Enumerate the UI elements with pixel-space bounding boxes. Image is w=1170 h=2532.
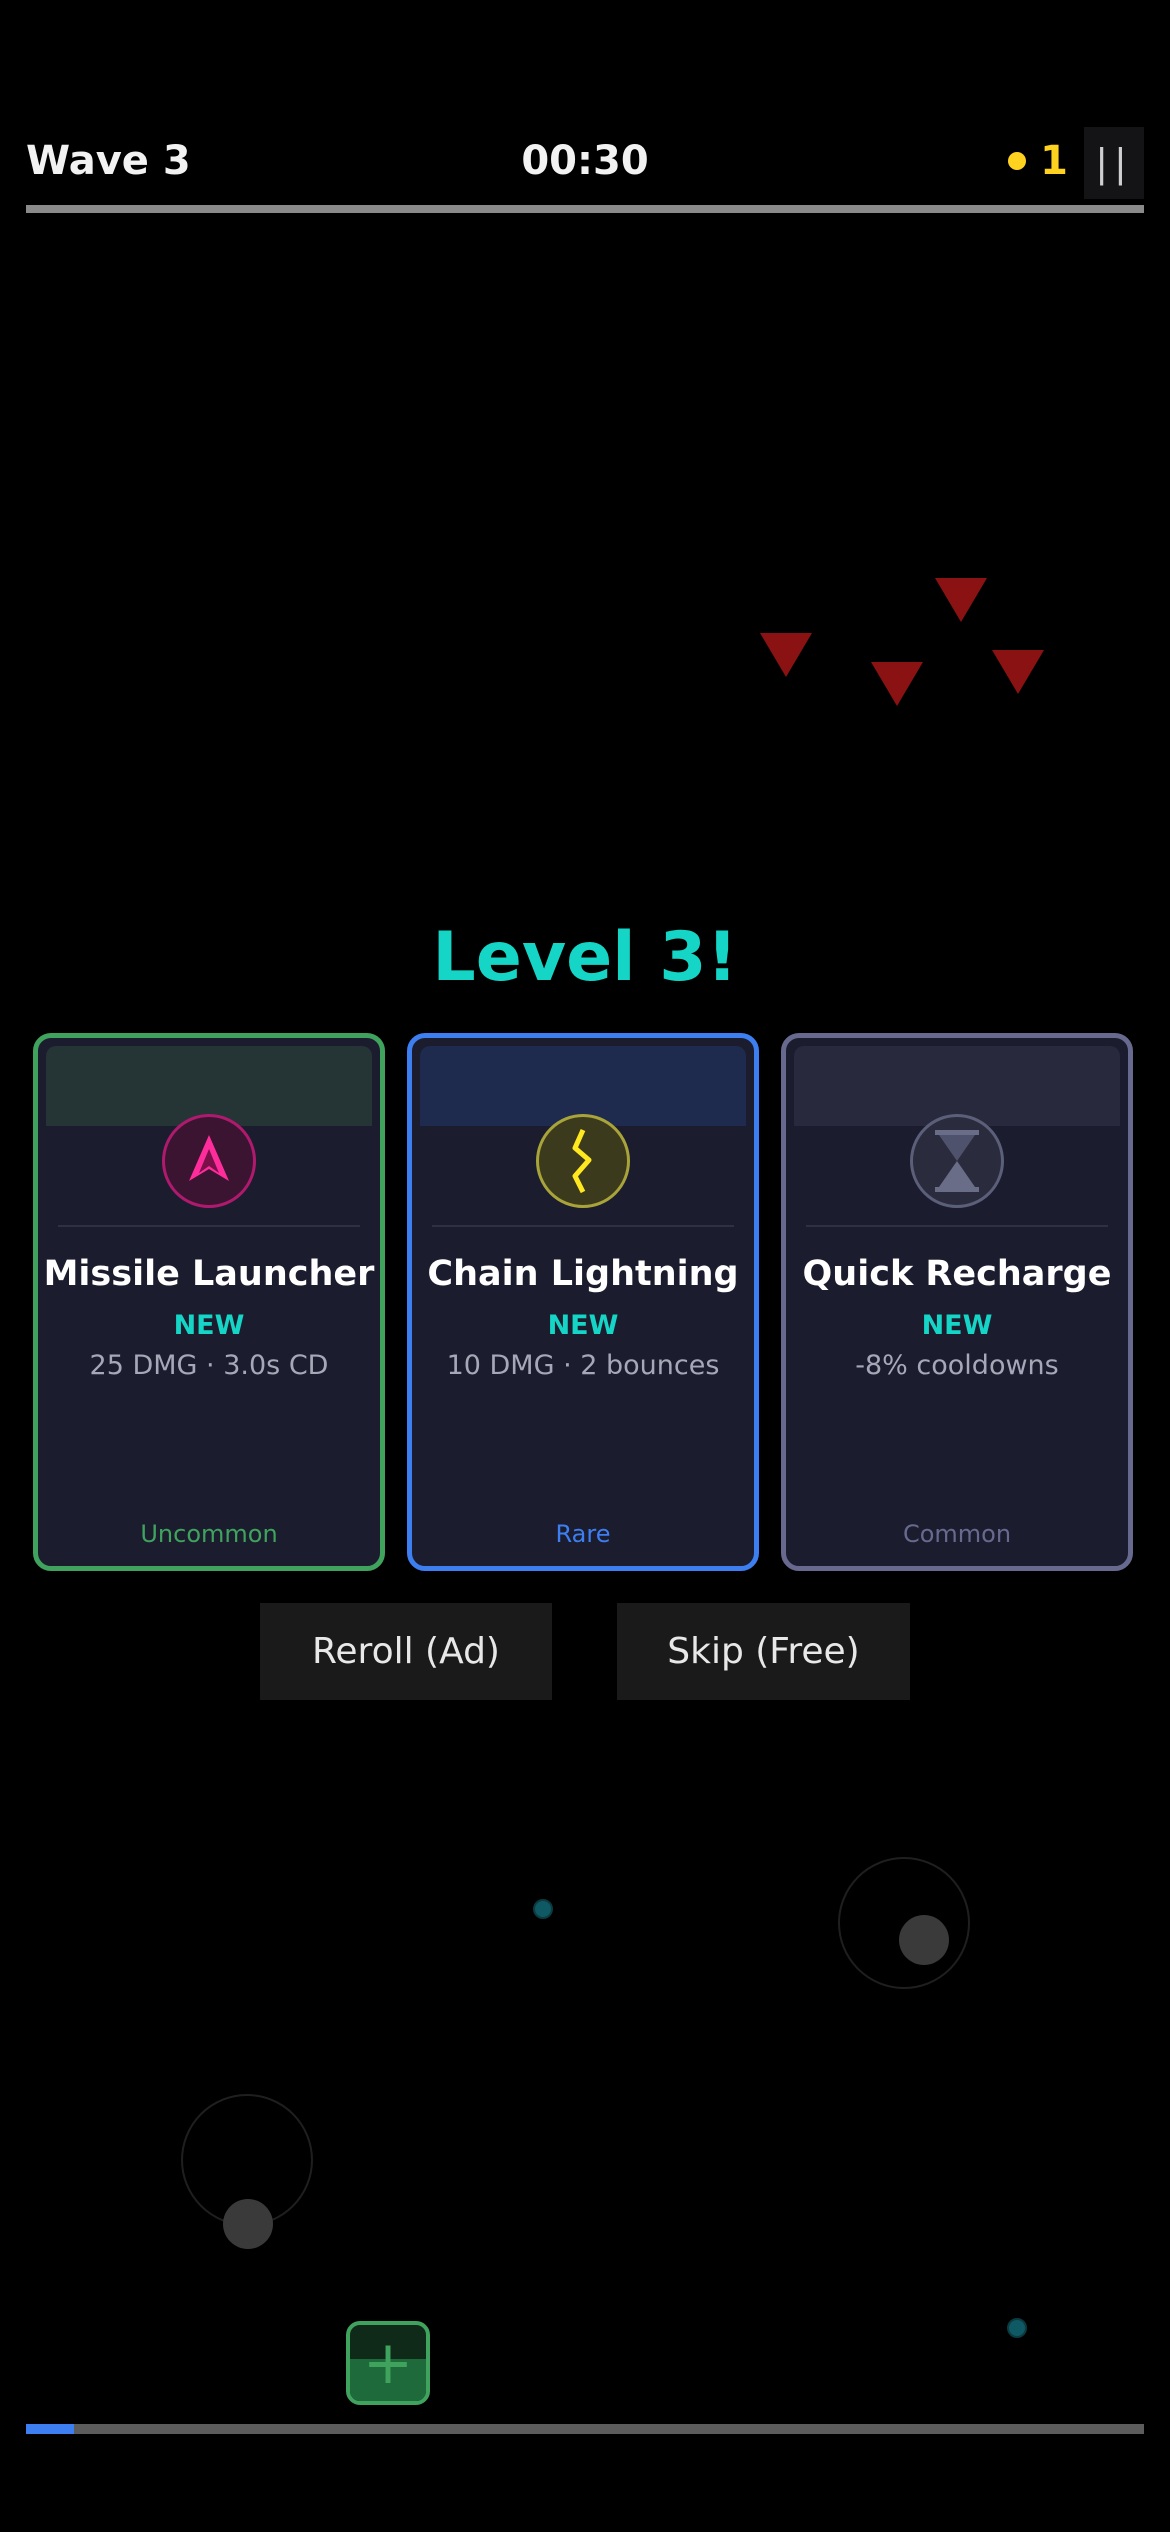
upgrade-card-quick-recharge[interactable]: Quick Recharge NEW -8% cooldowns Common	[781, 1033, 1133, 1571]
card-rarity: Common	[902, 1520, 1012, 1548]
card-divider	[58, 1225, 360, 1227]
joystick-knob[interactable]	[223, 2199, 273, 2249]
coin-count: 1	[1040, 138, 1068, 184]
wave-progress-bar	[26, 205, 1144, 213]
joystick-knob[interactable]	[899, 1915, 949, 1965]
card-stats: 25 DMG · 3.0s CD	[89, 1350, 329, 1381]
card-new-badge: NEW	[547, 1310, 619, 1341]
enemy-triangle	[760, 633, 812, 677]
reroll-button[interactable]: Reroll (Ad)	[260, 1603, 552, 1700]
enemy-triangle	[871, 662, 923, 706]
card-name: Chain Lightning	[427, 1254, 739, 1294]
wave-timer: 00:30	[521, 138, 649, 184]
coin-counter: 1	[1008, 138, 1068, 184]
level-up-title: Level 3!	[432, 918, 738, 997]
card-rarity: Uncommon	[140, 1520, 278, 1548]
card-new-badge: NEW	[173, 1310, 245, 1341]
card-divider	[432, 1225, 734, 1227]
plus-icon: +	[362, 2328, 414, 2398]
upgrade-card-missile-launcher[interactable]: Missile Launcher NEW 25 DMG · 3.0s CD Un…	[33, 1033, 385, 1571]
card-stats: 10 DMG · 2 bounces	[446, 1350, 720, 1381]
xp-orb	[1007, 2318, 1027, 2338]
card-name: Missile Launcher	[43, 1254, 375, 1294]
skip-button[interactable]: Skip (Free)	[617, 1603, 910, 1700]
player-ship: +	[346, 2321, 430, 2405]
coin-icon	[1008, 152, 1027, 170]
upgrade-card-chain-lightning[interactable]: Chain Lightning NEW 10 DMG · 2 bounces R…	[407, 1033, 759, 1571]
card-stats: -8% cooldowns	[855, 1350, 1059, 1381]
card-new-badge: NEW	[921, 1310, 993, 1341]
card-name: Quick Recharge	[802, 1254, 1112, 1294]
xp-progress-bar	[26, 2424, 1144, 2434]
pause-button[interactable]: ||	[1084, 127, 1144, 199]
wave-progress-fill	[26, 205, 1144, 213]
card-rarity: Rare	[555, 1520, 611, 1548]
missile-icon	[162, 1114, 256, 1208]
hourglass-icon	[910, 1114, 1004, 1208]
xp-orb	[533, 1899, 553, 1919]
card-divider	[806, 1225, 1108, 1227]
enemy-triangle	[992, 650, 1044, 694]
lightning-icon	[536, 1114, 630, 1208]
enemy-triangle	[935, 578, 987, 622]
xp-progress-fill	[26, 2424, 75, 2434]
